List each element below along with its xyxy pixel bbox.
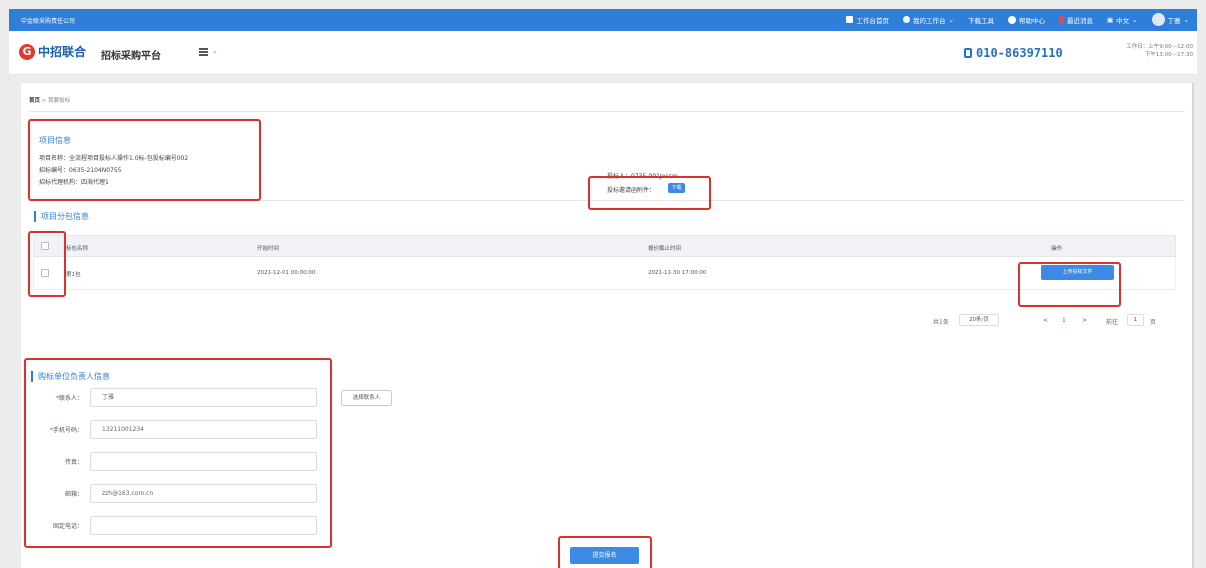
main-panel: 首页 > 我要投标 项目信息 项目名称：全流程项目投标人操作1.0标-包投标编号…	[21, 83, 1193, 568]
nav-download-tools[interactable]: 下载工具	[968, 15, 994, 25]
top-nav: 工作台首页 我的工作台 ⌄ 下载工具 帮助中心 最近消息 ▣ 中文 ⌄ 丁雅 ⌄	[846, 13, 1189, 26]
chevron-down-icon: ⌄	[1183, 15, 1189, 24]
service-hours: 工作日：上午9:00—12:00 下午13:00—17:30	[1126, 44, 1193, 58]
platform-name: 招标采购平台	[101, 51, 161, 62]
highlight-project-info	[28, 119, 261, 201]
page-unit: 页	[1150, 319, 1157, 326]
avatar	[1151, 13, 1165, 26]
page-number[interactable]: 1	[1062, 317, 1066, 324]
package-info-title: 项目分包信息	[34, 211, 89, 222]
nav-language[interactable]: ▣ 中文 ⌄	[1107, 15, 1138, 25]
package-table-header: 标包名称 开始时间 报价截止时间 操作	[33, 235, 1176, 257]
package-deadline: 2021-11-30 17:00:00	[648, 270, 707, 276]
prev-page-button[interactable]: <	[1043, 317, 1048, 324]
column-header: 标包名称	[66, 246, 89, 252]
page-size-select[interactable]: 20条/页	[959, 314, 999, 326]
chevron-down-icon: ⌄	[948, 15, 954, 24]
nav-workbench[interactable]: 我的工作台 ⌄	[902, 15, 954, 25]
table-row: 第1包 2021-12-01 00:00:00 2021-11-30 17:00…	[33, 257, 1176, 290]
help-icon	[1007, 15, 1016, 24]
select-contact-button[interactable]: 选择联系人	[341, 390, 392, 406]
divider	[29, 111, 1185, 112]
logo-icon: G	[19, 43, 35, 60]
user-icon	[902, 16, 910, 23]
home-icon	[846, 16, 854, 23]
company-name: 中金联采购责任公司	[21, 18, 76, 25]
column-header: 报价截止时间	[648, 246, 682, 252]
phone-icon	[964, 48, 972, 58]
chevron-down-icon: ⌄	[1132, 15, 1138, 24]
nav-user[interactable]: 丁雅 ⌄	[1151, 13, 1189, 26]
breadcrumb-current: 我要投标	[48, 98, 71, 104]
highlight-contact-form	[24, 358, 332, 548]
column-header: 操作	[1051, 246, 1063, 252]
menu-icon[interactable]	[199, 48, 208, 56]
nav-messages[interactable]: 最近消息	[1058, 15, 1093, 25]
next-page-button[interactable]: >	[1082, 317, 1087, 324]
goto-label: 前往	[1106, 319, 1119, 326]
package-name: 第1包	[66, 272, 81, 278]
pager-total: 共1条	[933, 319, 949, 326]
nav-help[interactable]: 帮助中心	[1007, 15, 1045, 25]
scrollbar[interactable]	[1192, 83, 1194, 568]
service-phone: 010-86397110	[964, 46, 1063, 60]
highlight-submit	[558, 536, 652, 568]
logo[interactable]: G 中招联合	[19, 43, 86, 60]
column-header: 开始时间	[257, 246, 280, 252]
highlight-upload	[1018, 262, 1121, 307]
goto-page-input[interactable]: 1	[1127, 314, 1144, 326]
highlight-download	[588, 176, 711, 210]
top-bar: 中金联采购责任公司 工作台首页 我的工作台 ⌄ 下载工具 帮助中心 最近消息 ▣ 中…	[9, 9, 1197, 31]
highlight-checkbox	[28, 231, 66, 297]
package-start: 2021-12-01 00:00:00	[257, 270, 316, 276]
breadcrumb-home[interactable]: 首页	[29, 98, 40, 104]
bell-icon	[1058, 16, 1064, 23]
nav-home[interactable]: 工作台首页	[846, 15, 889, 25]
logo-text: 中招联合	[38, 45, 87, 59]
language-icon: ▣	[1106, 15, 1114, 24]
header: G 中招联合 招标采购平台 ⌄ 010-86397110 工作日：上午9:00—…	[9, 31, 1197, 75]
chevron-down-icon[interactable]: ⌄	[212, 47, 218, 55]
breadcrumb: 首页 > 我要投标	[29, 98, 71, 104]
